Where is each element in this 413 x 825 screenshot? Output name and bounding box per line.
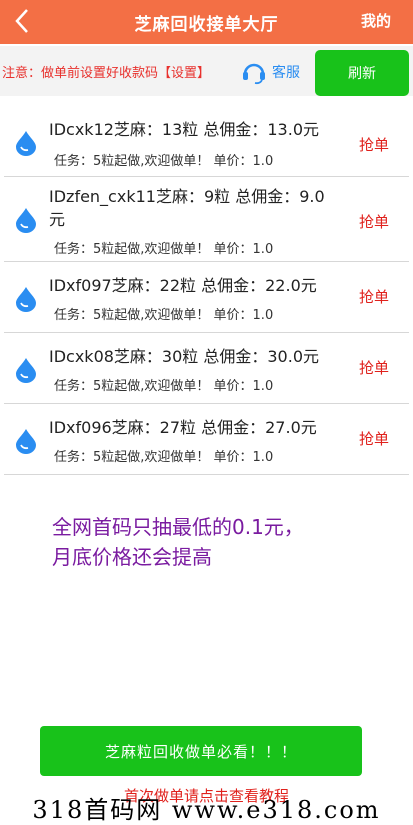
water-drop-icon — [16, 287, 36, 312]
order-title: IDzfen_cxk11芝麻：9粒 总佣金：9.0 — [49, 187, 325, 206]
promo-line-2: 月底价格还会提高 — [52, 545, 212, 569]
order-detail: 任务：5粒起做,欢迎做单！ 单价：1.0 — [54, 154, 274, 169]
order-title-wrap: 元 — [49, 210, 66, 229]
order-title: IDcxk08芝麻：30粒 总佣金：30.0元 — [49, 347, 320, 366]
order-row: IDxf096芝麻：27粒 总佣金：27.0元 任务：5粒起做,欢迎做单！ 单价… — [4, 404, 409, 475]
refresh-button[interactable]: 刷新 — [315, 50, 409, 96]
promo-line-1: 全网首码只抽最低的0.1元， — [52, 515, 304, 539]
page-title: 芝麻回收接单大厅 — [134, 15, 279, 35]
order-title: IDxf096芝麻：27粒 总佣金：27.0元 — [49, 418, 317, 437]
grab-order-button[interactable]: 抢单 — [359, 357, 389, 378]
order-row: IDxf097芝麻：22粒 总佣金：22.0元 任务：5粒起做,欢迎做单！ 单价… — [4, 262, 409, 333]
order-row: IDzfen_cxk11芝麻：9粒 总佣金：9.0 元 任务：5粒起做,欢迎做单… — [4, 177, 409, 262]
headset-icon — [243, 63, 265, 85]
water-drop-icon — [16, 208, 36, 233]
customer-service-label: 客服 — [272, 65, 300, 81]
order-detail: 任务：5粒起做,欢迎做单！ 单价：1.0 — [54, 242, 274, 257]
water-drop-icon — [16, 358, 36, 383]
order-row: IDcxk12芝麻：13粒 总佣金：13.0元 任务：5粒起做,欢迎做单！ 单价… — [4, 106, 409, 177]
water-drop-icon — [16, 429, 36, 454]
guide-button[interactable]: 芝麻粒回收做单必看！！！ — [40, 726, 362, 776]
grab-order-button[interactable]: 抢单 — [359, 134, 389, 155]
top-bar: 芝麻回收接单大厅 我的 — [0, 0, 413, 44]
order-title: IDxf097芝麻：22粒 总佣金：22.0元 — [49, 276, 317, 295]
order-detail: 任务：5粒起做,欢迎做单！ 单价：1.0 — [54, 450, 274, 465]
grab-order-button[interactable]: 抢单 — [359, 211, 389, 232]
promo-text: 全网首码只抽最低的0.1元， 月底价格还会提高 — [52, 512, 372, 572]
order-detail: 任务：5粒起做,欢迎做单！ 单价：1.0 — [54, 308, 274, 323]
water-drop-icon — [16, 131, 36, 156]
customer-service-button[interactable]: 客服 — [241, 56, 306, 88]
order-detail: 任务：5粒起做,欢迎做单！ 单价：1.0 — [54, 379, 274, 394]
mine-link[interactable]: 我的 — [361, 10, 391, 31]
order-list: IDcxk12芝麻：13粒 总佣金：13.0元 任务：5粒起做,欢迎做单！ 单价… — [0, 106, 413, 475]
grab-order-button[interactable]: 抢单 — [359, 286, 389, 307]
order-title: IDcxk12芝麻：13粒 总佣金：13.0元 — [49, 120, 320, 139]
grab-order-button[interactable]: 抢单 — [359, 428, 389, 449]
notice-text[interactable]: 注意：做单前设置好收款码【设置】 — [2, 62, 210, 81]
order-row: IDcxk08芝麻：30粒 总佣金：30.0元 任务：5粒起做,欢迎做单！ 单价… — [4, 333, 409, 404]
